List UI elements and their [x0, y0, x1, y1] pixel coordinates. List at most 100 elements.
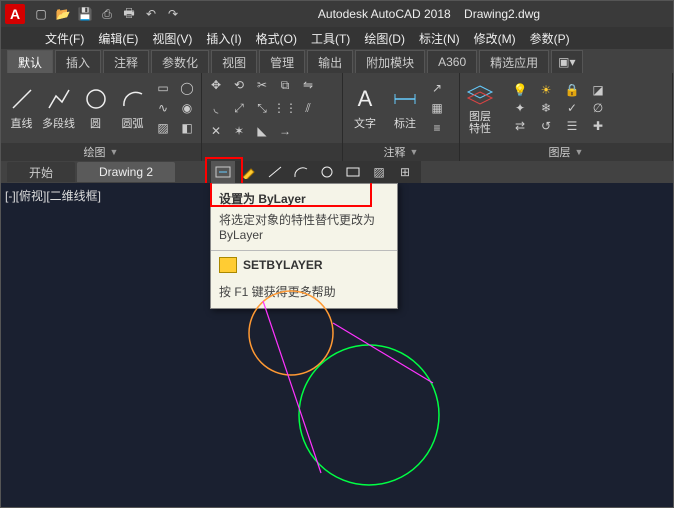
viewport[interactable]: [-][俯视][二维线框] 设置为 ByLayer 将选定对象的特性替代更改为 …: [1, 183, 673, 507]
menu-parametric[interactable]: 参数(P): [526, 30, 574, 47]
layer-color-icon[interactable]: ◪: [588, 82, 608, 98]
menu-insert[interactable]: 插入(I): [202, 30, 245, 47]
polyline-button[interactable]: 多段线: [42, 77, 75, 139]
lock-icon[interactable]: 🔒: [562, 82, 582, 98]
tab-annotate[interactable]: 注释: [103, 50, 149, 73]
menu-file[interactable]: 文件(F): [41, 30, 88, 47]
tab-output[interactable]: 输出: [307, 50, 353, 73]
layer-match-icon[interactable]: ⇄: [510, 118, 530, 134]
array-icon[interactable]: ⋮⋮: [275, 99, 295, 117]
file-tab-current[interactable]: Drawing 2: [77, 162, 175, 182]
drawing-tangent-1: [263, 301, 321, 473]
viewport-label[interactable]: [-][俯视][二维线框]: [5, 187, 101, 204]
panel-layers-title[interactable]: 图层▼: [460, 143, 672, 161]
bulb-icon[interactable]: 💡: [510, 82, 530, 98]
fillet-icon[interactable]: ◟: [206, 99, 226, 117]
tab-view[interactable]: 视图: [211, 50, 257, 73]
tab-featured[interactable]: 精选应用: [479, 50, 549, 73]
layer-freeze-icon[interactable]: ❄: [536, 100, 556, 116]
panel-modify: ✥ ⟲ ✂ ⧉ ⇋ ◟ ⤢ ⤡ ⋮⋮ ⫽ ✕ ✶ ◣ →: [202, 73, 343, 161]
move-icon[interactable]: ✥: [206, 76, 226, 94]
util-hatch-icon[interactable]: ▨: [367, 161, 391, 183]
menu-edit[interactable]: 编辑(E): [94, 30, 142, 47]
ellipse-icon[interactable]: ◯: [177, 79, 197, 97]
dimension-button[interactable]: 标注: [387, 77, 423, 139]
tab-a360[interactable]: A360: [427, 50, 477, 73]
panel-draw-title[interactable]: 绘图▼: [1, 143, 201, 161]
layer-off-icon[interactable]: ∅: [588, 100, 608, 116]
layer-prev-icon[interactable]: ↺: [536, 118, 556, 134]
tab-parametric[interactable]: 参数化: [151, 50, 209, 73]
command-icon: [219, 257, 237, 273]
app-logo-icon[interactable]: A: [5, 4, 25, 24]
tab-default[interactable]: 默认: [7, 50, 53, 73]
extend-icon[interactable]: →: [275, 122, 295, 140]
trim-icon[interactable]: ✂: [252, 76, 272, 94]
util-rect-icon[interactable]: [341, 161, 365, 183]
circle-icon: [82, 85, 110, 113]
donut-icon[interactable]: ◉: [177, 99, 197, 117]
util-group-icon[interactable]: ⊞: [393, 161, 417, 183]
tab-addins[interactable]: 附加模块: [355, 50, 425, 73]
tab-manage[interactable]: 管理: [259, 50, 305, 73]
menu-view[interactable]: 视图(V): [148, 30, 196, 47]
saveas-icon[interactable]: ⎙: [99, 6, 115, 22]
chevron-down-icon: ▼: [110, 147, 119, 157]
tab-insert[interactable]: 插入: [55, 50, 101, 73]
ribbon: 直线 多段线 圆 圆弧 ▭ ∿ ▨: [1, 73, 673, 161]
spline-icon[interactable]: ∿: [153, 99, 173, 117]
copy-icon[interactable]: ⧉: [275, 76, 295, 94]
tooltip-help: 按 F1 键获得更多帮助: [211, 279, 397, 308]
setbylayer-button[interactable]: [211, 161, 235, 183]
rectangle-icon[interactable]: ▭: [153, 79, 173, 97]
menu-format[interactable]: 格式(O): [252, 30, 301, 47]
menu-dimension[interactable]: 标注(N): [415, 30, 464, 47]
region-icon[interactable]: ◧: [177, 119, 197, 137]
new-icon[interactable]: ▢: [33, 6, 49, 22]
layer-new-icon[interactable]: ✚: [588, 118, 608, 134]
save-icon[interactable]: 💾: [77, 6, 93, 22]
file-tab-start[interactable]: 开始: [7, 162, 75, 182]
redo-icon[interactable]: ↷: [165, 6, 181, 22]
menu-tools[interactable]: 工具(T): [307, 30, 354, 47]
plot-icon[interactable]: 🖶: [121, 6, 137, 22]
layer-properties-button[interactable]: 图层 特性: [460, 77, 500, 139]
polyline-icon: [45, 85, 73, 113]
circle-button[interactable]: 圆: [79, 77, 112, 139]
open-icon[interactable]: 📂: [55, 6, 71, 22]
panel-modify-title[interactable]: [202, 143, 342, 161]
text-button[interactable]: A 文字: [347, 77, 383, 139]
util-line-icon[interactable]: [263, 161, 287, 183]
erase-icon[interactable]: ✕: [206, 122, 226, 140]
util-circle-icon[interactable]: [315, 161, 339, 183]
layer-state-icon[interactable]: ✦: [510, 100, 530, 116]
arc-button[interactable]: 圆弧: [116, 77, 149, 139]
mtext-icon[interactable]: ≡: [427, 119, 447, 137]
mirror-icon[interactable]: ⇋: [298, 76, 318, 94]
explode-icon[interactable]: ✶: [229, 122, 249, 140]
sun-icon[interactable]: ☀: [536, 82, 556, 98]
layer-properties-label: 图层 特性: [469, 111, 491, 135]
hatch-icon[interactable]: ▨: [153, 119, 173, 137]
table-icon[interactable]: ▦: [427, 99, 447, 117]
layer-walk-icon[interactable]: ☰: [562, 118, 582, 134]
scale-icon[interactable]: ⤡: [252, 99, 272, 117]
tab-expand-icon[interactable]: ▣▾: [551, 50, 582, 73]
app-name: Autodesk AutoCAD 2018: [318, 7, 451, 21]
rotate-icon[interactable]: ⟲: [229, 76, 249, 94]
leader-icon[interactable]: ↗: [427, 79, 447, 97]
matchprops-icon[interactable]: [237, 161, 261, 183]
panel-annotation-title[interactable]: 注释▼: [343, 143, 459, 161]
undo-icon[interactable]: ↶: [143, 6, 159, 22]
circle-label: 圆: [90, 115, 101, 131]
chamfer-icon[interactable]: ◣: [252, 122, 272, 140]
layer-iso-icon[interactable]: ✓: [562, 100, 582, 116]
line-button[interactable]: 直线: [5, 77, 38, 139]
menu-draw[interactable]: 绘图(D): [360, 30, 409, 47]
menu-modify[interactable]: 修改(M): [470, 30, 520, 47]
ribbon-tabbar: 默认 插入 注释 参数化 视图 管理 输出 附加模块 A360 精选应用 ▣▾: [1, 49, 673, 73]
util-arc-icon[interactable]: [289, 161, 313, 183]
stretch-icon[interactable]: ⤢: [229, 99, 249, 117]
offset-icon[interactable]: ⫽: [298, 99, 318, 117]
line-label: 直线: [11, 115, 33, 131]
